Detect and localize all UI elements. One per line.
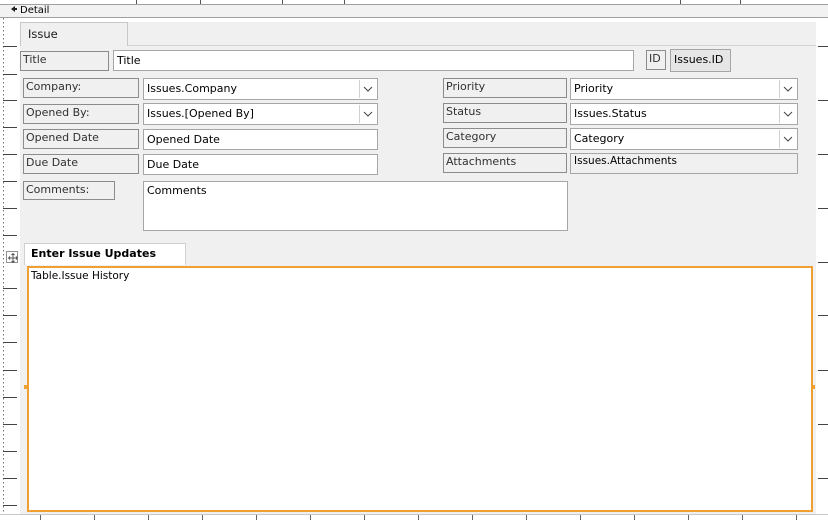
collapse-arrow-icon[interactable] (10, 5, 18, 17)
ruler-tick (526, 515, 527, 520)
category-value: Category (574, 132, 625, 145)
ruler-tick (148, 515, 149, 520)
due-date-label: Due Date (23, 154, 139, 174)
gutter-tick (3, 451, 17, 452)
gutter-tick (818, 315, 828, 316)
chevron-down-icon[interactable] (359, 80, 376, 98)
gutter-tick (3, 370, 17, 371)
title-label: Title (20, 51, 109, 71)
ruler-tick (256, 515, 257, 520)
bottom-ruler (0, 514, 828, 522)
gutter-tick (818, 100, 828, 101)
tab-strip-divider (20, 45, 816, 46)
gutter-tick (3, 342, 17, 343)
gutter-tick (3, 46, 17, 47)
ruler-tick (310, 515, 311, 520)
chevron-down-icon[interactable] (359, 105, 376, 123)
ruler-tick (202, 515, 203, 520)
ruler-tick (472, 515, 473, 520)
ruler-tick (796, 515, 797, 520)
comments-label: Comments: (23, 181, 115, 200)
detail-section-label: Detail (20, 5, 50, 16)
opened-date-label: Opened Date (23, 129, 139, 149)
gutter-tick (818, 262, 828, 263)
company-combo[interactable]: Issues.Company (143, 78, 378, 100)
gutter-tick (3, 288, 17, 289)
gutter-tick (3, 208, 17, 209)
category-combo[interactable]: Category (570, 128, 798, 150)
company-label: Company: (23, 78, 139, 98)
gutter-tick (818, 154, 828, 155)
gutter-tick (3, 127, 17, 128)
gutter-grid (3, 18, 4, 514)
chevron-down-icon[interactable] (779, 130, 796, 148)
chevron-down-icon[interactable] (779, 105, 796, 123)
gutter-tick (818, 424, 828, 425)
chevron-down-icon[interactable] (779, 80, 796, 98)
subform-source-label: Table.Issue History (31, 270, 130, 282)
gutter-tick (3, 315, 17, 316)
gutter-tick (3, 478, 17, 479)
status-label: Status (443, 103, 567, 123)
gutter-tick (3, 505, 17, 506)
resize-handle[interactable] (811, 385, 815, 389)
ruler-tick (418, 515, 419, 520)
status-combo[interactable]: Issues.Status (570, 103, 798, 125)
priority-value: Priority (574, 82, 614, 95)
gutter-tick (818, 478, 828, 479)
ruler-tick (580, 515, 581, 520)
gutter-tick (3, 181, 17, 182)
issue-history-subform[interactable]: Table.Issue History (27, 266, 813, 512)
priority-combo[interactable]: Priority (570, 78, 798, 100)
comments-field[interactable]: Comments (143, 181, 568, 231)
ruler-tick (634, 515, 635, 520)
gutter-tick (3, 100, 17, 101)
resize-handle[interactable] (24, 385, 28, 389)
attachments-field[interactable]: Issues.Attachments (570, 153, 798, 174)
opened-by-combo[interactable]: Issues.[Opened By] (143, 103, 378, 125)
gutter-tick (818, 370, 828, 371)
ruler-tick (688, 515, 689, 520)
gutter-tick (3, 154, 17, 155)
gutter-tick (3, 74, 17, 75)
ruler-tick (364, 515, 365, 520)
id-label: ID (646, 50, 666, 70)
gutter-tick (818, 208, 828, 209)
gutter-tick (3, 235, 17, 236)
opened-date-field[interactable]: Opened Date (143, 129, 378, 150)
gutter-tick (3, 424, 17, 425)
gutter-tick (3, 397, 17, 398)
tab-enter-issue-updates[interactable]: Enter Issue Updates Below (24, 243, 186, 280)
priority-label: Priority (443, 78, 567, 98)
category-label: Category (443, 128, 567, 148)
detail-section-bar[interactable]: Detail (0, 4, 828, 18)
opened-by-label: Opened By: (23, 104, 139, 124)
ruler-tick (40, 515, 41, 520)
attachments-label: Attachments (443, 153, 567, 173)
status-value: Issues.Status (574, 107, 647, 120)
company-value: Issues.Company (147, 82, 238, 95)
right-gutter (816, 18, 828, 522)
id-field[interactable]: Issues.ID (670, 49, 731, 72)
tab-issue-information[interactable]: Issue Information (20, 22, 128, 63)
gutter-tick (818, 46, 828, 47)
due-date-field[interactable]: Due Date (143, 154, 378, 175)
move-handle-icon[interactable] (6, 251, 18, 263)
ruler-tick (742, 515, 743, 520)
ruler-tick (94, 515, 95, 520)
opened-by-value: Issues.[Opened By] (147, 107, 254, 120)
title-field[interactable]: Title (113, 50, 634, 71)
